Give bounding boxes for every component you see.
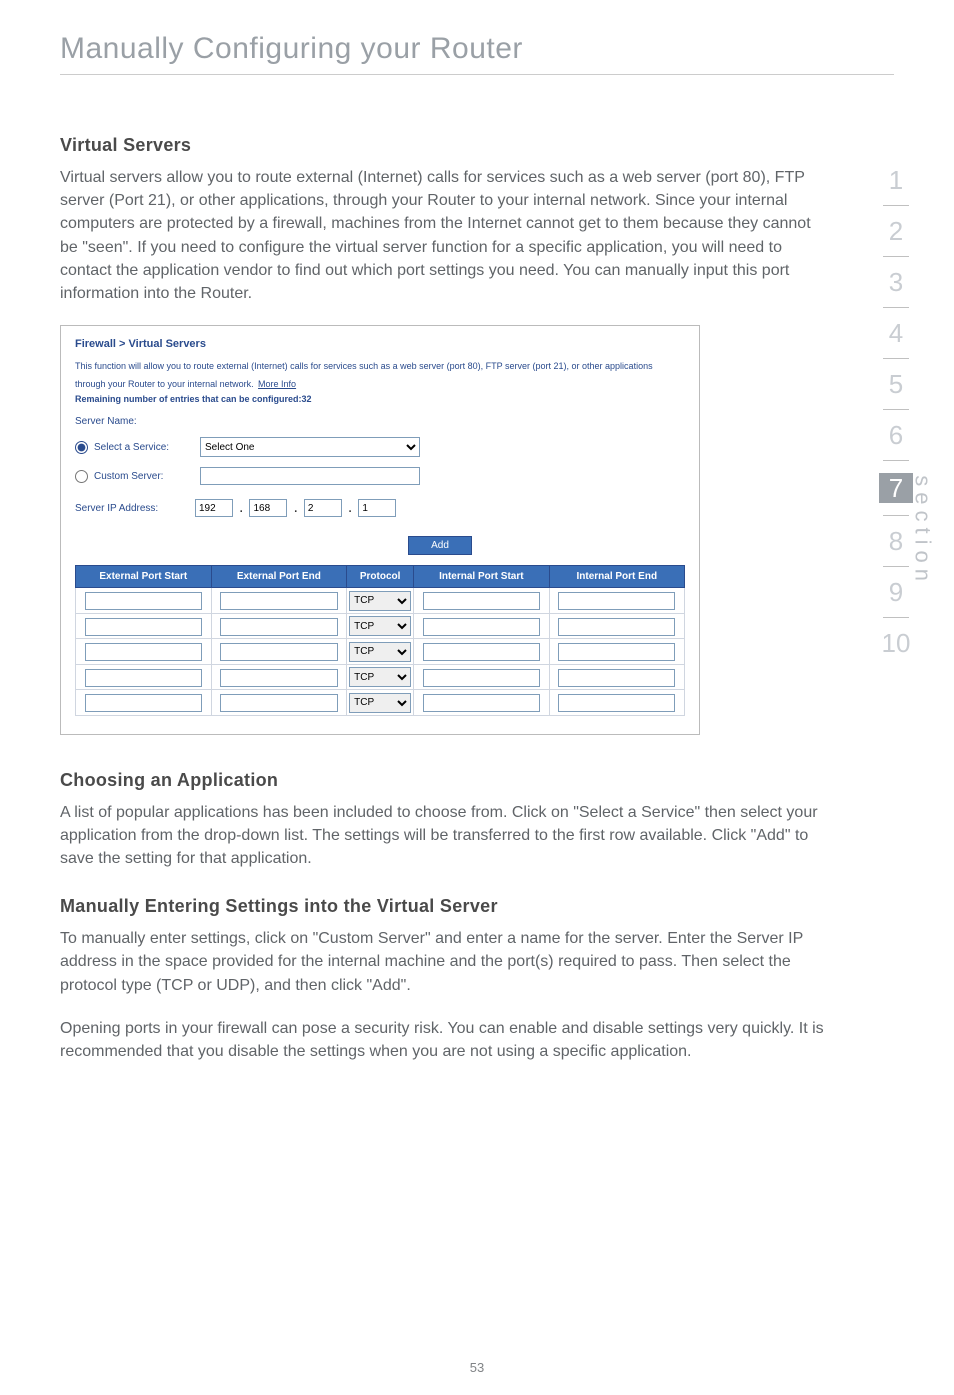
nav-item-2[interactable]: 2 (860, 218, 932, 244)
protocol-select[interactable]: TCP (349, 591, 411, 611)
heading-virtual-servers: Virtual Servers (60, 135, 830, 156)
protocol-select[interactable]: TCP (349, 616, 411, 636)
nav-item-5[interactable]: 5 (860, 371, 932, 397)
nav-item-10[interactable]: 10 (860, 630, 932, 656)
page-title: Manually Configuring your Router (60, 32, 954, 66)
port-input[interactable] (220, 694, 338, 712)
table-row: TCP (76, 588, 685, 614)
port-input[interactable] (423, 618, 540, 636)
protocol-select[interactable]: TCP (349, 693, 411, 713)
custom-server-radio[interactable] (75, 470, 88, 483)
port-input[interactable] (558, 694, 675, 712)
heading-manual-entry: Manually Entering Settings into the Virt… (60, 896, 830, 917)
nav-item-7[interactable]: 7 (879, 473, 913, 503)
ports-table-body: TCP TCP TCP TCP TCP (76, 588, 685, 716)
port-input[interactable] (558, 669, 675, 687)
server-ip-label: Server IP Address: (75, 503, 189, 514)
nav-item-4[interactable]: 4 (860, 320, 932, 346)
col-ext-end: External Port End (211, 566, 347, 588)
nav-separator (883, 409, 909, 410)
nav-item-3[interactable]: 3 (860, 269, 932, 295)
nav-separator (883, 307, 909, 308)
ip-octet-3[interactable] (304, 499, 342, 517)
custom-server-label: Custom Server: (94, 471, 194, 482)
more-info-link[interactable]: More Info (258, 379, 296, 389)
port-input[interactable] (423, 694, 540, 712)
nav-separator (883, 617, 909, 618)
custom-server-input[interactable] (200, 467, 420, 485)
add-button[interactable]: Add (408, 536, 472, 555)
port-input[interactable] (85, 694, 203, 712)
screenshot-description: This function will allow you to route ex… (75, 361, 653, 389)
protocol-select[interactable]: TCP (349, 667, 411, 687)
paragraph-manual-entry-1: To manually enter settings, click on "Cu… (60, 927, 830, 997)
select-service-label: Select a Service: (94, 442, 194, 453)
screenshot-title: Firewall > Virtual Servers (75, 338, 685, 350)
paragraph-virtual-servers: Virtual servers allow you to route exter… (60, 166, 830, 305)
title-rule (60, 74, 894, 75)
ip-octet-1[interactable] (195, 499, 233, 517)
service-dropdown[interactable]: Select One (200, 437, 420, 457)
nav-separator (883, 358, 909, 359)
nav-separator (883, 205, 909, 206)
port-input[interactable] (220, 618, 338, 636)
nav-separator (883, 460, 909, 461)
port-input[interactable] (558, 618, 675, 636)
table-row: TCP (76, 639, 685, 665)
port-input[interactable] (423, 643, 540, 661)
page-number: 53 (0, 1360, 954, 1375)
nav-separator (883, 515, 909, 516)
paragraph-manual-entry-2: Opening ports in your firewall can pose … (60, 1017, 830, 1063)
nav-item-6[interactable]: 6 (860, 422, 932, 448)
port-input[interactable] (220, 643, 338, 661)
port-input[interactable] (85, 669, 203, 687)
ip-octet-4[interactable] (358, 499, 396, 517)
remaining-entries-label: Remaining number of entries that can be … (75, 394, 685, 404)
port-input[interactable] (220, 592, 338, 610)
port-input[interactable] (85, 592, 203, 610)
col-ext-start: External Port Start (76, 566, 212, 588)
col-int-end: Internal Port End (549, 566, 684, 588)
protocol-select[interactable]: TCP (349, 642, 411, 662)
port-input[interactable] (220, 669, 338, 687)
ports-table: External Port Start External Port End Pr… (75, 565, 685, 716)
port-input[interactable] (85, 643, 203, 661)
table-row: TCP (76, 613, 685, 639)
port-input[interactable] (85, 618, 203, 636)
embedded-screenshot: Firewall > Virtual Servers This function… (60, 325, 700, 735)
heading-choosing-app: Choosing an Application (60, 770, 830, 791)
paragraph-choosing-app: A list of popular applications has been … (60, 801, 830, 871)
table-row: TCP (76, 664, 685, 690)
server-name-label: Server Name: (75, 416, 137, 427)
select-service-radio[interactable] (75, 441, 88, 454)
col-int-start: Internal Port Start (414, 566, 549, 588)
nav-separator (883, 256, 909, 257)
section-vertical-label: section (910, 475, 936, 587)
ip-octet-2[interactable] (249, 499, 287, 517)
col-protocol: Protocol (347, 566, 414, 588)
port-input[interactable] (423, 669, 540, 687)
main-content: Virtual Servers Virtual servers allow yo… (60, 135, 830, 1063)
port-input[interactable] (423, 592, 540, 610)
table-row: TCP (76, 690, 685, 716)
nav-separator (883, 566, 909, 567)
nav-item-1[interactable]: 1 (860, 167, 932, 193)
port-input[interactable] (558, 643, 675, 661)
port-input[interactable] (558, 592, 675, 610)
